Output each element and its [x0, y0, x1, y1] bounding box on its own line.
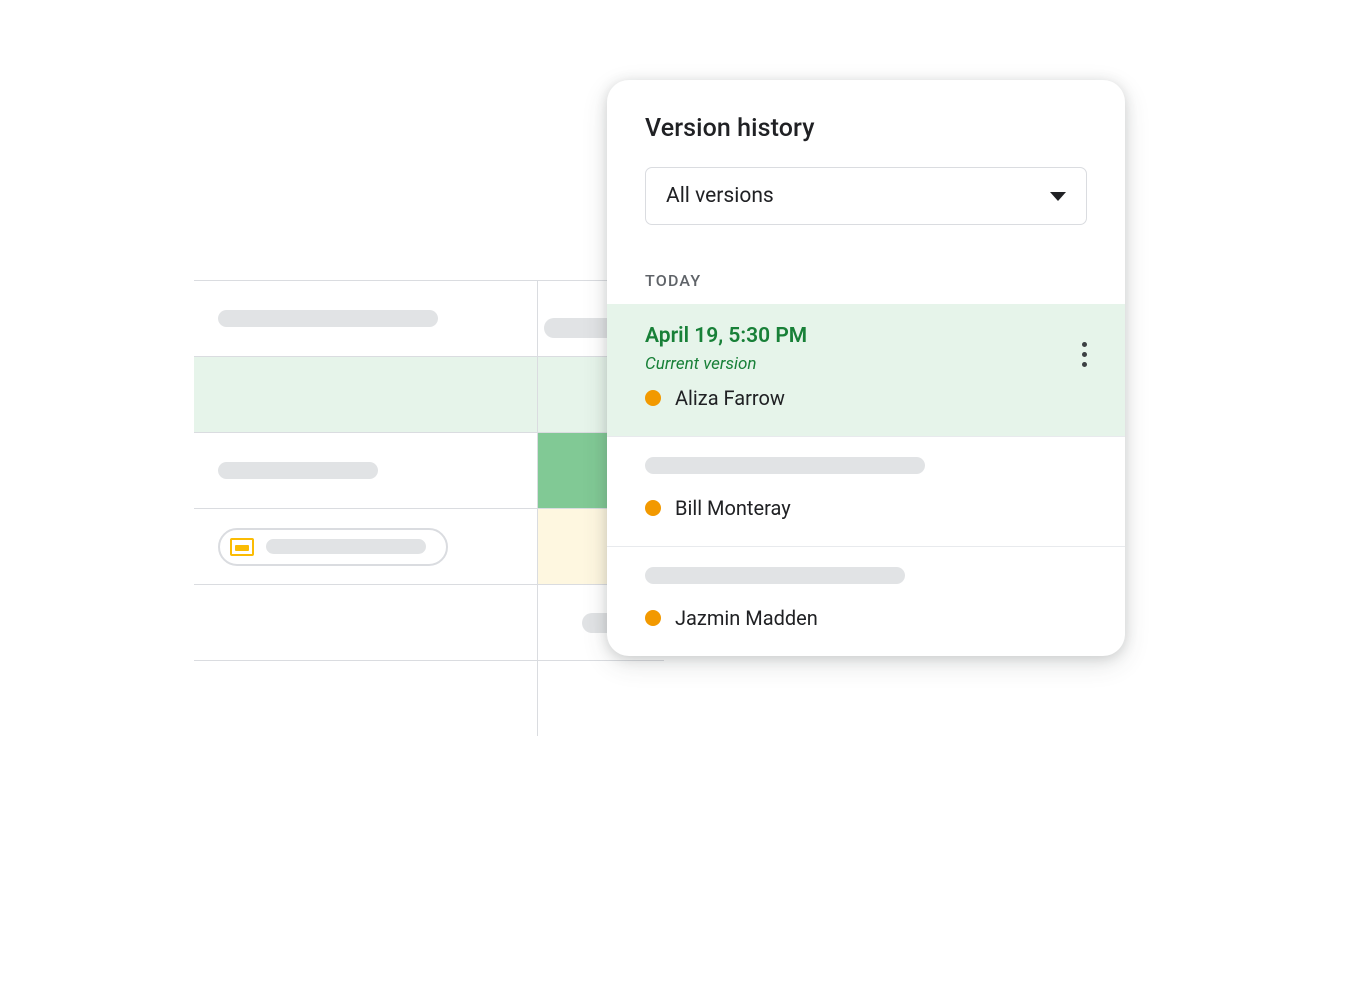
- dropdown-label: All versions: [666, 184, 774, 208]
- version-item-current[interactable]: April 19, 5:30 PM Current version Aliza …: [607, 304, 1125, 437]
- slides-chip[interactable]: [218, 528, 448, 566]
- contributor-dot-icon: [645, 500, 661, 516]
- version-timestamp: April 19, 5:30 PM: [645, 324, 1087, 348]
- skeleton-line: [218, 310, 438, 327]
- contributor-name: Bill Monteray: [675, 496, 791, 520]
- contributor-row: Aliza Farrow: [645, 386, 1087, 410]
- version-item[interactable]: Bill Monteray: [607, 437, 1125, 547]
- version-item[interactable]: Jazmin Madden: [607, 547, 1125, 656]
- sheet-row: [194, 584, 664, 660]
- skeleton-line: [645, 567, 905, 584]
- version-filter-dropdown[interactable]: All versions: [645, 167, 1087, 225]
- panel-title: Version history: [645, 114, 1087, 143]
- contributor-dot-icon: [645, 610, 661, 626]
- contributor-dot-icon: [645, 390, 661, 406]
- skeleton-line: [218, 462, 378, 479]
- chevron-down-icon: [1050, 192, 1066, 201]
- contributor-name: Jazmin Madden: [675, 606, 818, 630]
- section-label: TODAY: [607, 247, 1125, 304]
- spreadsheet-background: [194, 280, 664, 736]
- contributor-row: Jazmin Madden: [645, 606, 1087, 630]
- sheet-row: [194, 432, 664, 508]
- version-history-panel: Version history All versions TODAY April…: [607, 80, 1125, 656]
- contributor-name: Aliza Farrow: [675, 386, 785, 410]
- skeleton-line: [645, 457, 925, 474]
- sheet-row-highlighted: [194, 356, 664, 432]
- sheet-row: [194, 280, 664, 356]
- contributor-row: Bill Monteray: [645, 496, 1087, 520]
- slides-icon: [230, 538, 254, 556]
- sheet-row: [194, 508, 664, 584]
- sheet-row: [194, 660, 664, 736]
- more-options-icon[interactable]: [1078, 338, 1091, 371]
- version-subtitle: Current version: [645, 354, 1087, 374]
- skeleton-line: [266, 539, 426, 554]
